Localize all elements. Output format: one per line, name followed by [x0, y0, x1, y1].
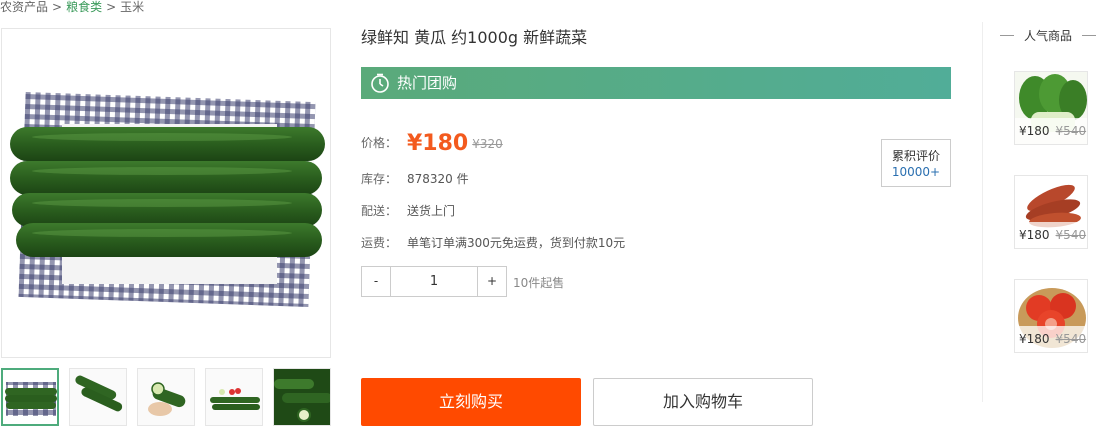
- sidebar-divider: [982, 22, 983, 402]
- review-label: 累积评价: [891, 149, 940, 163]
- review-count: 10000+: [891, 165, 941, 179]
- popular-item-original-price: ¥540: [1055, 124, 1087, 138]
- popular-item-price: ¥180: [1019, 332, 1050, 346]
- breadcrumb-current: 玉米: [120, 0, 145, 14]
- minimum-order-note: 10件起售: [513, 276, 565, 290]
- groupbuy-banner: 热门团购: [361, 67, 951, 99]
- thumbnail-1[interactable]: [1, 368, 59, 426]
- thumbnail-5[interactable]: [273, 368, 331, 426]
- heading-line-left: [1000, 35, 1014, 36]
- popular-products-title: 人气商品: [1024, 28, 1073, 43]
- quantity-input[interactable]: 1: [390, 267, 478, 296]
- thumbnail-3[interactable]: [137, 368, 195, 426]
- price-label: 价格：: [361, 136, 398, 150]
- popular-item-original-price: ¥540: [1055, 332, 1087, 346]
- breadcrumb-separator: >: [52, 0, 63, 14]
- thumbnail-image: [5, 382, 57, 416]
- popular-item-price-bar: ¥180 ¥540: [1015, 222, 1087, 248]
- popular-item-bok-choy[interactable]: ¥180 ¥540: [1014, 71, 1088, 145]
- add-to-cart-button[interactable]: 加入购物车: [593, 378, 813, 426]
- heading-line-right: [1082, 35, 1097, 36]
- popular-item-original-price: ¥540: [1055, 228, 1087, 242]
- quantity-increase-button[interactable]: +: [478, 267, 506, 296]
- main-product-image[interactable]: [1, 28, 331, 358]
- popular-item-price-bar: ¥180 ¥540: [1015, 326, 1087, 352]
- quantity-stepper: - 1 +: [361, 266, 507, 297]
- popular-item-price: ¥180: [1019, 124, 1050, 138]
- thumbnail-image: [274, 369, 330, 425]
- thumbnail-4[interactable]: [205, 368, 263, 426]
- cucumber-image: [10, 92, 325, 307]
- breadcrumb-root[interactable]: 农资产品: [0, 0, 48, 14]
- shipping-fee-value: 单笔订单满300元免运费，货到付款10元: [407, 236, 626, 250]
- delivery-row: 配送： 送货上门: [361, 202, 455, 219]
- product-title: 绿鲜知 黄瓜 约1000g 新鲜蔬菜: [361, 28, 588, 47]
- current-price: ¥180: [407, 131, 469, 156]
- quantity-decrease-button[interactable]: -: [362, 267, 390, 296]
- shipping-fee-label: 运费：: [361, 236, 398, 250]
- breadcrumb-category[interactable]: 粮食类: [66, 0, 102, 14]
- popular-item-price: ¥180: [1019, 228, 1050, 242]
- thumbnail-image: [138, 369, 194, 425]
- review-count-box[interactable]: 累积评价 10000+: [881, 139, 951, 187]
- popular-item-tomato[interactable]: ¥180 ¥540: [1014, 279, 1088, 353]
- breadcrumb: 农资产品 > 粮食类 > 玉米: [0, 0, 144, 14]
- delivery-label: 配送：: [361, 204, 398, 218]
- stopwatch-icon: [371, 73, 389, 93]
- stock-value: 878320 件: [407, 172, 469, 186]
- thumbnail-image: [70, 369, 126, 425]
- popular-item-price-bar: ¥180 ¥540: [1015, 118, 1087, 144]
- thumbnail-strip: [1, 368, 331, 426]
- shipping-fee-row: 运费： 单笔订单满300元免运费，货到付款10元: [361, 234, 625, 251]
- popular-products-heading: 人气商品: [1000, 27, 1101, 44]
- delivery-value: 送货上门: [407, 204, 456, 218]
- groupbuy-label: 热门团购: [397, 74, 458, 92]
- popular-item-sweet-potato[interactable]: ¥180 ¥540: [1014, 175, 1088, 249]
- price-row: 价格： ¥180 ¥320: [361, 131, 503, 156]
- original-price: ¥320: [472, 136, 503, 151]
- thumbnail-image: [206, 369, 262, 425]
- stock-label: 库存：: [361, 172, 398, 186]
- breadcrumb-separator: >: [106, 0, 117, 14]
- stock-row: 库存： 878320 件: [361, 170, 469, 187]
- thumbnail-2[interactable]: [69, 368, 127, 426]
- buy-now-button[interactable]: 立刻购买: [361, 378, 581, 426]
